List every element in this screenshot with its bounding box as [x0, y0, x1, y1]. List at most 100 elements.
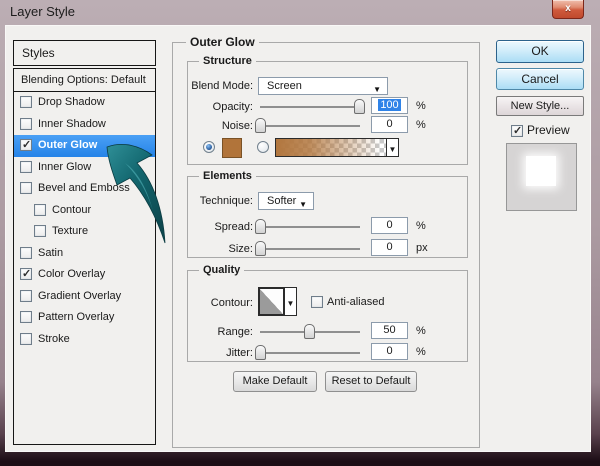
preview-glow-square: [526, 156, 556, 186]
sidebar-item-pattern-overlay[interactable]: Pattern Overlay: [14, 307, 155, 329]
anti-aliased-checkbox[interactable]: [311, 296, 323, 308]
contour-thumbnail[interactable]: [258, 287, 285, 316]
sidebar-item-label: Stroke: [38, 333, 70, 345]
jitter-slider-track: [260, 352, 360, 354]
blend-mode-value: Screen: [267, 80, 302, 92]
sidebar-item-label: Texture: [52, 225, 89, 237]
preview-thumbnail: [506, 143, 577, 211]
sidebar-item-inner-glow[interactable]: Inner Glow: [14, 157, 155, 179]
technique-value: Softer: [267, 195, 297, 207]
range-input[interactable]: 50: [371, 322, 408, 339]
style-enabled-checkbox[interactable]: [20, 290, 32, 302]
style-enabled-checkbox[interactable]: [20, 161, 32, 173]
window-title: Layer Style: [10, 4, 76, 19]
jitter-input[interactable]: 0: [371, 343, 408, 360]
anti-aliased-label: Anti-aliased: [327, 296, 385, 308]
new-style-button[interactable]: New Style...: [496, 96, 584, 116]
style-enabled-checkbox[interactable]: [20, 138, 32, 151]
sidebar-item-gradient-overlay[interactable]: Gradient Overlay: [14, 286, 155, 308]
noise-slider-thumb[interactable]: [255, 118, 266, 133]
sidebar-item-label: Bevel and Emboss: [38, 182, 130, 194]
sidebar-item-label: Pattern Overlay: [38, 311, 115, 323]
make-default-button[interactable]: Make Default: [233, 371, 317, 392]
ok-button[interactable]: OK: [496, 40, 584, 63]
sidebar-item-label: Contour: [52, 204, 92, 216]
cancel-button[interactable]: Cancel: [496, 68, 584, 90]
layer-style-window: Layer Style x Styles Blending Options: D…: [0, 0, 600, 466]
sidebar-item-stroke[interactable]: Stroke: [14, 329, 155, 351]
opacity-value: 100: [378, 99, 401, 111]
sidebar-item-label: Gradient Overlay: [38, 290, 122, 302]
chevron-down-icon: ▼: [373, 85, 381, 94]
spread-slider-thumb[interactable]: [255, 219, 266, 234]
close-icon: x: [565, 3, 571, 14]
spread-input[interactable]: 0: [371, 217, 408, 234]
size-input[interactable]: 0: [371, 239, 408, 256]
elements-legend: Elements: [199, 170, 256, 182]
sidebar-item-bevel-and-emboss[interactable]: Bevel and Emboss: [14, 178, 155, 200]
size-label: Size:: [228, 243, 253, 255]
close-button[interactable]: x: [552, 0, 584, 19]
size-slider-track: [260, 248, 360, 250]
style-enabled-checkbox[interactable]: [20, 96, 32, 108]
style-enabled-checkbox[interactable]: [20, 333, 32, 345]
gradient-preview-bar[interactable]: [275, 138, 387, 157]
glow-color-swatch[interactable]: [222, 138, 242, 158]
style-enabled-checkbox[interactable]: [34, 204, 46, 216]
sidebar-item-drop-shadow[interactable]: Drop Shadow: [14, 92, 155, 114]
reset-to-default-button[interactable]: Reset to Default: [325, 371, 417, 392]
preview-checkbox[interactable]: [511, 124, 523, 137]
gradient-picker-button[interactable]: ▼: [386, 138, 399, 157]
sidebar-item-outer-glow[interactable]: Outer Glow: [14, 135, 155, 157]
structure-legend: Structure: [199, 55, 256, 67]
sidebar-item-texture[interactable]: Texture: [14, 221, 155, 243]
sidebar-item-blending-options[interactable]: Blending Options: Default: [14, 69, 155, 92]
style-enabled-checkbox[interactable]: [20, 118, 32, 130]
range-slider-thumb[interactable]: [304, 324, 315, 339]
sidebar-item-inner-shadow[interactable]: Inner Shadow: [14, 114, 155, 136]
noise-unit: %: [416, 119, 426, 131]
jitter-unit: %: [416, 346, 426, 358]
noise-input[interactable]: 0: [371, 116, 408, 133]
sidebar-item-satin[interactable]: Satin: [14, 243, 155, 265]
opacity-slider-track: [260, 106, 360, 108]
technique-select[interactable]: Softer ▼: [258, 192, 314, 210]
sidebar-item-label: Inner Glow: [38, 161, 92, 173]
blend-mode-select[interactable]: Screen ▼: [258, 77, 388, 95]
jitter-value: 0: [386, 345, 393, 357]
styles-list: Blending Options: Default Drop Shadow Inn…: [13, 68, 156, 445]
opacity-unit: %: [416, 100, 426, 112]
sidebar-item-color-overlay[interactable]: Color Overlay: [14, 264, 155, 286]
opacity-slider-thumb[interactable]: [354, 99, 365, 114]
style-enabled-checkbox[interactable]: [20, 247, 32, 259]
style-enabled-checkbox[interactable]: [20, 267, 32, 280]
sidebar-item-label: Color Overlay: [38, 268, 106, 280]
size-unit: px: [416, 242, 428, 254]
panel-title: Outer Glow: [186, 36, 259, 48]
jitter-slider-thumb[interactable]: [255, 345, 266, 360]
range-unit: %: [416, 325, 426, 337]
blend-mode-label: Blend Mode:: [191, 80, 253, 92]
chevron-down-icon: ▼: [286, 299, 295, 308]
style-enabled-checkbox[interactable]: [34, 225, 46, 237]
sidebar-item-label: Outer Glow: [38, 139, 98, 151]
technique-label: Technique:: [199, 195, 253, 207]
size-value: 0: [386, 241, 393, 253]
solid-color-radio[interactable]: [203, 141, 215, 153]
sidebar-item-contour[interactable]: Contour: [14, 200, 155, 222]
quality-legend: Quality: [199, 264, 245, 276]
chevron-down-icon: ▼: [388, 145, 397, 154]
spread-unit: %: [416, 220, 426, 232]
contour-picker-button[interactable]: ▼: [285, 287, 297, 316]
sidebar-item-label: Drop Shadow: [38, 96, 105, 108]
noise-value: 0: [386, 118, 393, 130]
style-enabled-checkbox[interactable]: [20, 182, 32, 194]
size-slider-thumb[interactable]: [255, 241, 266, 256]
opacity-label: Opacity:: [212, 101, 253, 113]
spread-slider-track: [260, 226, 360, 228]
style-enabled-checkbox[interactable]: [20, 311, 32, 323]
gradient-radio[interactable]: [257, 141, 269, 153]
opacity-input[interactable]: 100: [371, 97, 408, 114]
sidebar-item-label: Inner Shadow: [38, 118, 106, 130]
jitter-label: Jitter:: [226, 347, 253, 359]
